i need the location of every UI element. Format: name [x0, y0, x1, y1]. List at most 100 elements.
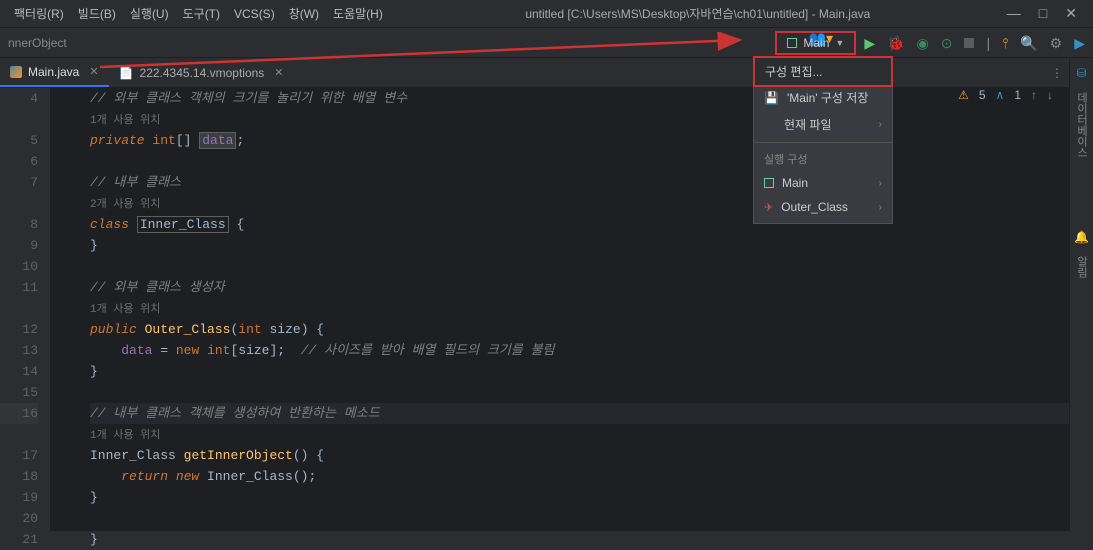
comment: // 내부 클래스 [90, 175, 181, 190]
save-config-label: 'Main' 구성 저장 [787, 89, 868, 106]
config-outer-class-item[interactable]: ✈ Outer_Class › [754, 195, 892, 219]
editor-tabs: Main.java ✕ 📄 222.4345.14.vmoptions ✕ ⋮ [0, 58, 1093, 88]
line-number[interactable]: 9 [0, 235, 38, 256]
inspection-widget[interactable]: ⚠5 ∧1 ↑ ↓ [958, 88, 1053, 102]
keyword: private [90, 133, 145, 148]
database-tool-label[interactable]: 데이터베이스 [1074, 92, 1090, 158]
line-number[interactable]: 15 [0, 382, 38, 403]
up-icon[interactable]: ↑ [1031, 88, 1037, 102]
line-number[interactable]: 8 [0, 214, 38, 235]
database-tool-icon[interactable]: ⛁ [1076, 66, 1086, 80]
keyword: return new [121, 469, 199, 484]
line-number[interactable]: 21 [0, 529, 38, 550]
line-number[interactable]: 12 [0, 319, 38, 340]
menubar: 팩터링(R) 빌드(B) 실행(U) 도구(T) VCS(S) 창(W) 도움말… [0, 0, 1093, 28]
line-number[interactable]: 10 [0, 256, 38, 277]
minimize-icon[interactable]: — [1007, 5, 1021, 22]
edit-config-item[interactable]: 구성 편집... [755, 58, 891, 85]
current-file-item[interactable]: 현재 파일 › [754, 111, 892, 138]
save-config-item[interactable]: 💾 'Main' 구성 저장 [754, 84, 892, 111]
comment: // 내부 클래스 객체를 생성하여 반환하는 메소드 [90, 406, 380, 421]
run-icon[interactable]: ▶ [864, 35, 875, 52]
menu-tools[interactable]: 도구(T) [177, 1, 226, 26]
right-tool-strip: ⛁ 데이터베이스 🔔 알림 [1069, 58, 1093, 531]
run-config-label: Main [803, 36, 829, 50]
menu-help[interactable]: 도움말(H) [327, 1, 389, 26]
line-number[interactable]: 7 [0, 172, 38, 193]
line-number[interactable]: 17 [0, 445, 38, 466]
menu-vcs[interactable]: VCS(S) [228, 3, 281, 25]
editor[interactable]: 4 5 6 7 8 9 10 11 12 13 14 15 16 17 18 1… [0, 88, 1093, 531]
line-number[interactable]: 11 [0, 277, 38, 298]
git-icon[interactable]: ⫯ [1002, 35, 1008, 52]
coverage-icon[interactable]: ◉ [917, 35, 929, 52]
menu-refactor[interactable]: 팩터링(R) [8, 1, 70, 26]
class-name: Inner_Class [207, 469, 293, 484]
line-number [0, 424, 38, 445]
tab-options-icon[interactable]: ⋮ [1051, 66, 1063, 80]
menu-run[interactable]: 실행(U) [124, 1, 175, 26]
type: int [152, 133, 175, 148]
tab-label: 222.4345.14.vmoptions [140, 66, 265, 80]
comment: // 외부 클래스 객체의 크기를 놀리기 위한 배열 변수 [90, 91, 407, 106]
type: Inner_Class [90, 448, 176, 463]
application-icon [787, 38, 797, 48]
line-number [0, 298, 38, 319]
tab-label: Main.java [28, 65, 79, 79]
class-name: Inner_Class [137, 216, 229, 233]
current-file-label: 현재 파일 [784, 116, 832, 133]
maximize-icon[interactable]: □ [1039, 5, 1047, 22]
search-icon[interactable]: 🔍 [1020, 35, 1037, 52]
usage-hint[interactable]: 1개 사용 위치 [90, 115, 160, 127]
chevron-right-icon: › [879, 202, 882, 213]
application-icon [764, 178, 774, 188]
debug-icon[interactable]: 🐞 [887, 35, 904, 52]
tab-main-java[interactable]: Main.java ✕ [0, 59, 109, 87]
window-title: untitled [C:\Users\MS\Desktop\자바연습\ch01\… [391, 5, 1005, 22]
text-file-icon: 📄 [119, 66, 134, 80]
weak-warning-icon: ∧ [996, 88, 1005, 102]
down-icon[interactable]: ↓ [1047, 88, 1053, 102]
separator [754, 142, 892, 143]
line-number[interactable]: 18 [0, 466, 38, 487]
config-main-label: Main [782, 176, 808, 190]
notifications-icon[interactable]: 🔔 [1074, 230, 1089, 244]
run-config-selector[interactable]: Main ▼ [775, 31, 856, 55]
tab-close-icon[interactable]: ✕ [274, 66, 283, 79]
line-number[interactable]: 4 [0, 88, 38, 109]
usage-hint[interactable]: 1개 사용 위치 [90, 304, 160, 316]
stop-icon[interactable] [964, 38, 974, 48]
line-number[interactable]: 5 [0, 130, 38, 151]
keyword: public [90, 322, 137, 337]
type: int [207, 343, 230, 358]
config-outer-class-label: Outer_Class [781, 200, 848, 214]
keyword: new [176, 343, 199, 358]
field: data [199, 132, 236, 149]
menu-build[interactable]: 빌드(B) [72, 1, 122, 26]
comment: // 사이즈를 받아 배열 필드의 크기를 불림 [301, 343, 555, 358]
line-number [0, 109, 38, 130]
gutter[interactable]: 4 5 6 7 8 9 10 11 12 13 14 15 16 17 18 1… [0, 88, 50, 531]
more-icon[interactable]: ▶ [1074, 35, 1085, 52]
line-number[interactable]: 19 [0, 487, 38, 508]
code-area[interactable]: // 외부 클래스 객체의 크기를 놀리기 위한 배열 변수 1개 사용 위치 … [50, 88, 1093, 531]
edit-config-label: 구성 편집... [765, 63, 823, 80]
usage-hint[interactable]: 2개 사용 위치 [90, 199, 160, 211]
line-number[interactable]: 20 [0, 508, 38, 529]
config-main-item[interactable]: Main › [754, 171, 892, 195]
close-icon[interactable]: ✕ [1065, 5, 1077, 22]
usage-hint[interactable]: 1개 사용 위치 [90, 430, 160, 442]
profile-icon[interactable]: ⊙ [941, 35, 953, 52]
notifications-label[interactable]: 알림 [1074, 256, 1090, 278]
keyword: class [90, 217, 129, 232]
type: int [238, 322, 261, 337]
tab-close-icon[interactable]: ✕ [89, 65, 98, 78]
line-number[interactable]: 13 [0, 340, 38, 361]
line-number[interactable]: 14 [0, 361, 38, 382]
tab-vmoptions[interactable]: 📄 222.4345.14.vmoptions ✕ [109, 60, 294, 86]
menu-window[interactable]: 창(W) [283, 1, 325, 26]
settings-icon[interactable]: ⚙ [1050, 35, 1063, 52]
line-number[interactable]: 6 [0, 151, 38, 172]
toolbar-row: nnerObject 👥▾ Main ▼ ▶ 🐞 ◉ ⊙ | ⫯ 🔍 ⚙ ▶ [0, 28, 1093, 58]
line-number[interactable]: 16 [0, 403, 38, 424]
